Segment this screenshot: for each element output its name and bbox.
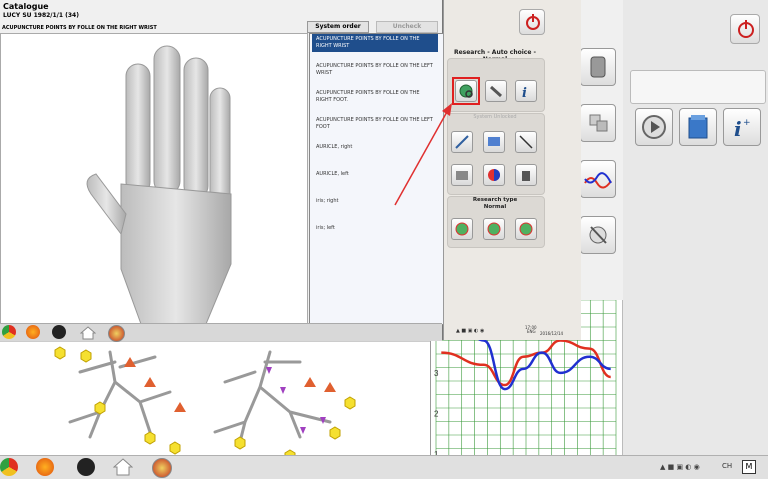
svg-text:i: i (734, 117, 742, 141)
tool-button-5[interactable] (483, 164, 505, 186)
chrome-icon[interactable] (2, 325, 16, 339)
input-mode-indicator[interactable]: M (742, 460, 756, 474)
research-type-button-1[interactable] (451, 218, 473, 240)
firefox-icon[interactable] (36, 458, 54, 476)
info-icon: i + (734, 117, 751, 141)
database-icon (688, 115, 708, 139)
power-button-top[interactable] (519, 9, 545, 35)
research-type-button-2[interactable] (483, 218, 505, 240)
hand-model-view[interactable] (0, 33, 308, 325)
list-item[interactable]: ACUPUNCTURE POINTS BY FOLLE ON THE RIGHT… (312, 34, 438, 52)
hand-image (86, 45, 232, 324)
side-button-1[interactable] (580, 48, 616, 86)
list-item[interactable]: ACUPUNCTURE POINTS BY FOLLE ON THE LEFT … (312, 61, 438, 79)
side-button-4[interactable] (580, 216, 616, 254)
research-type-label: Research type Normal (448, 197, 542, 211)
yin-yang-icon (488, 169, 500, 181)
svg-text:+: + (743, 118, 751, 128)
side-button-2[interactable] (580, 104, 616, 142)
tray-icons: ▲ ■ ▣ ◐ ◉ (456, 328, 485, 334)
tray-date: 2016/12/14 (540, 331, 564, 336)
wrench-icon (489, 85, 503, 98)
y-tick-label: 2 (434, 409, 439, 418)
play-button[interactable] (635, 108, 673, 146)
tool-button-6[interactable] (515, 164, 537, 186)
tool-button-2[interactable] (483, 131, 505, 153)
bin-icon (522, 171, 530, 181)
research-type-value: Normal (483, 204, 507, 210)
view-subtitle: ACUPUNCTURE POINTS BY FOLLE ON THE RIGHT… (2, 25, 157, 31)
device-icon (590, 56, 606, 78)
app-icon[interactable] (108, 325, 125, 342)
side-button-3[interactable] (580, 160, 616, 198)
lung-diagram (54, 346, 356, 463)
probe-icon (519, 135, 533, 149)
svg-text:i: i (522, 86, 527, 101)
y-tick-label: 3 (434, 369, 439, 378)
tool-button-3[interactable] (515, 131, 537, 153)
tray-time: 17:00 (525, 325, 537, 330)
qq-icon[interactable] (77, 458, 95, 476)
screen-icon (488, 137, 500, 146)
home-icon[interactable] (112, 458, 134, 476)
taskbar-bottom: ▲ ■ ▣ ◐ ◉ (0, 455, 768, 479)
wrench-button[interactable] (485, 80, 507, 102)
play-icon (642, 115, 666, 139)
info-button[interactable]: i (515, 80, 537, 102)
list-item[interactable]: iris; left (312, 223, 438, 234)
firefox-icon[interactable] (26, 325, 40, 339)
tray-icons: ▲ ■ ▣ ◐ ◉ (660, 463, 700, 471)
power-button-right[interactable] (730, 14, 760, 44)
language-indicator[interactable]: CH (722, 462, 732, 470)
globe-icon (487, 222, 501, 236)
waveform-icon (584, 172, 612, 189)
info-icon: i (522, 86, 527, 101)
right-info-box (630, 70, 766, 104)
marker-hex (80, 349, 92, 363)
research-type-button-3[interactable] (515, 218, 537, 240)
system-unlocked-label: System Unlocked (473, 114, 517, 120)
system-order-button[interactable]: System order (307, 21, 369, 33)
info-button-right[interactable]: i + (723, 108, 761, 146)
research-type-title: Research type (472, 197, 518, 203)
tools-icon (589, 226, 607, 244)
lung-diagram-panel (0, 340, 430, 463)
annotation-arrow (394, 103, 452, 206)
taskbar-top (0, 323, 442, 342)
window-title: Catalogue (3, 2, 49, 11)
database-button[interactable] (679, 108, 717, 146)
qq-icon[interactable] (52, 325, 66, 339)
app-icon[interactable] (152, 458, 172, 478)
uncheck-button[interactable]: Uncheck (376, 21, 438, 33)
home-icon[interactable] (79, 325, 97, 340)
globe-icon (455, 222, 469, 236)
patient-info: LUCY SU 1982/1/1 (34) (3, 12, 79, 19)
cubes-icon (589, 114, 608, 132)
globe-icon (519, 222, 533, 236)
chrome-icon[interactable] (0, 458, 18, 476)
